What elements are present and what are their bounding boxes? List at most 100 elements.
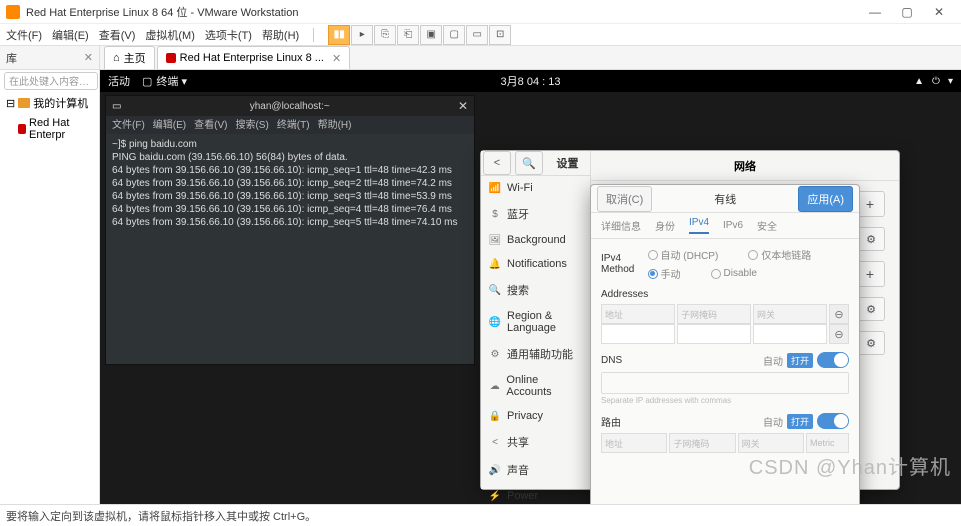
gnome-tray[interactable]: ▲ ⏻ ▾	[914, 76, 953, 87]
pause-button[interactable]: ▮▮	[328, 25, 350, 45]
sidebar-item-label: Power	[507, 490, 538, 502]
tb-2[interactable]: ⎘	[374, 25, 396, 45]
sidebar-item-wifi[interactable]: 📶Wi-Fi	[481, 176, 590, 200]
status-text: 要将输入定向到该虚拟机，请将鼠标指针移入其中或按 Ctrl+G。	[6, 508, 316, 524]
term-prompt: ~]$ ping baidu.com	[112, 138, 468, 151]
address-input[interactable]	[601, 324, 675, 344]
tab-security[interactable]: 安全	[757, 218, 777, 233]
maximize-button[interactable]: ▢	[891, 5, 923, 19]
sidebar-item-accessibility[interactable]: ⚙通用辅助功能	[481, 340, 590, 368]
library-close[interactable]: ✕	[84, 51, 93, 64]
tb-1[interactable]: ▸	[351, 25, 373, 45]
term-menu-search[interactable]: 搜索(S)	[235, 116, 268, 134]
menu-tabs[interactable]: 选项卡(T)	[205, 27, 252, 43]
toolbar-buttons: ▮▮ ▸ ⎘ ⎗ ▣ ▢ ▭ ⊡	[328, 25, 517, 45]
sidebar-item-region[interactable]: 🌐Region & Language	[481, 304, 590, 340]
redhat-icon	[166, 53, 176, 63]
sidebar-item-online-accounts[interactable]: ☁Online Accounts	[481, 368, 590, 404]
radio-disable[interactable]: Disable	[711, 266, 757, 281]
bluetooth-icon: $	[489, 208, 501, 220]
app-menu[interactable]: ▢ 终端 ▾	[142, 73, 187, 89]
dns-on-label: 打开	[787, 353, 813, 368]
apply-button[interactable]: 应用(A)	[798, 186, 853, 212]
rcol-gateway: 网关	[738, 433, 804, 453]
netmask-input[interactable]	[677, 324, 751, 344]
sidebar-item-background[interactable]: 🖼Background	[481, 228, 590, 252]
terminal-menu-icon[interactable]: ▭	[112, 101, 121, 112]
vm-display[interactable]: 活动 ▢ 终端 ▾ 3月8 04 : 13 ▲ ⏻ ▾ ▭ yhan@local…	[100, 70, 961, 504]
watermark: CSDN @Yhan计算机	[749, 451, 951, 480]
cancel-button[interactable]: 取消(C)	[597, 186, 652, 212]
sidebar-item-privacy[interactable]: 🔒Privacy	[481, 404, 590, 428]
tab-home[interactable]: ⌂ 主页	[104, 46, 155, 69]
minimize-button[interactable]: —	[859, 5, 891, 19]
activities-button[interactable]: 活动	[108, 73, 130, 89]
radio-label: 自动 (DHCP)	[661, 247, 719, 262]
radio-dhcp[interactable]: 自动 (DHCP)	[648, 247, 719, 262]
tree-rhel[interactable]: Red Hat Enterpr	[0, 114, 99, 144]
settings-main-title: 网络	[591, 151, 899, 181]
wired-gear-button[interactable]: ⚙	[857, 227, 885, 251]
route-auto-switch[interactable]	[817, 413, 849, 429]
term-menu-edit[interactable]: 编辑(E)	[153, 116, 186, 134]
tab-details[interactable]: 详细信息	[601, 218, 641, 233]
conn-gear-button-2[interactable]: ⚙	[857, 331, 885, 355]
status-bar: 要将输入定向到该虚拟机，请将鼠标指针移入其中或按 Ctrl+G。	[0, 504, 961, 526]
sidebar-item-notifications[interactable]: 🔔Notifications	[481, 252, 590, 276]
radio-manual[interactable]: 手动	[648, 266, 681, 281]
tb-4[interactable]: ▣	[420, 25, 442, 45]
method-label: IPv4 Method	[601, 253, 648, 275]
sidebar-item-search[interactable]: 🔍搜索	[481, 276, 590, 304]
menu-vm[interactable]: 虚拟机(M)	[145, 27, 195, 43]
terminal-titlebar[interactable]: ▭ yhan@localhost:~ ✕	[106, 96, 474, 116]
gnome-clock[interactable]: 3月8 04 : 13	[501, 73, 561, 89]
sidebar-item-label: Background	[507, 234, 566, 246]
vmware-icon	[6, 5, 20, 19]
folder-icon	[18, 98, 30, 108]
tab-close-icon[interactable]: ✕	[332, 52, 341, 65]
sidebar-item-label: Notifications	[507, 258, 567, 270]
terminal-close-icon[interactable]: ✕	[458, 99, 468, 113]
terminal-window[interactable]: ▭ yhan@localhost:~ ✕ 文件(F) 编辑(E) 查看(V) 搜…	[105, 95, 475, 365]
term-line: 64 bytes from 39.156.66.10 (39.156.66.10…	[112, 216, 468, 229]
tb-7[interactable]: ⊡	[489, 25, 511, 45]
tab-rhel[interactable]: Red Hat Enterprise Linux 8 ... ✕	[157, 46, 351, 69]
tb-6[interactable]: ▭	[466, 25, 488, 45]
term-menu-file[interactable]: 文件(F)	[112, 116, 145, 134]
rcol-metric: Metric	[806, 433, 849, 453]
sidebar-item-power[interactable]: ⚡Power	[481, 484, 590, 504]
term-menu-terminal[interactable]: 终端(T)	[277, 116, 310, 134]
tb-5[interactable]: ▢	[443, 25, 465, 45]
tray-dropdown-icon: ▾	[948, 76, 953, 87]
gateway-input[interactable]	[753, 324, 827, 344]
terminal-body[interactable]: ~]$ ping baidu.com PING baidu.com (39.15…	[106, 134, 474, 364]
dns-auto-switch[interactable]	[817, 352, 849, 368]
term-menu-help[interactable]: 帮助(H)	[318, 116, 352, 134]
menu-view[interactable]: 查看(V)	[99, 27, 136, 43]
tab-rhel-label: Red Hat Enterprise Linux 8 ...	[180, 52, 324, 64]
sidebar-item-sharing[interactable]: <共享	[481, 428, 590, 456]
tree-root[interactable]: ⊟ 我的计算机	[0, 92, 99, 114]
close-button[interactable]: ✕	[923, 5, 955, 19]
menu-file[interactable]: 文件(F)	[6, 27, 42, 43]
sidebar-item-bluetooth[interactable]: $蓝牙	[481, 200, 590, 228]
settings-back-button[interactable]: <	[483, 151, 511, 175]
dns-input[interactable]	[601, 372, 849, 394]
menu-help[interactable]: 帮助(H)	[262, 27, 299, 43]
radio-linklocal[interactable]: 仅本地链路	[748, 247, 811, 262]
remove-row-button[interactable]: ⊖	[829, 324, 849, 344]
remove-row-button[interactable]: ⊖	[829, 304, 849, 324]
term-menu-view[interactable]: 查看(V)	[194, 116, 227, 134]
sidebar-item-sound[interactable]: 🔊声音	[481, 456, 590, 484]
tab-ipv4[interactable]: IPv4	[689, 217, 709, 234]
settings-search-button[interactable]: 🔍	[515, 151, 543, 175]
tab-ipv6[interactable]: IPv6	[723, 220, 743, 231]
conn-gear-button[interactable]: ⚙	[857, 297, 885, 321]
library-search[interactable]: 在此处键入内容…	[4, 72, 98, 90]
menu-edit[interactable]: 编辑(E)	[52, 27, 89, 43]
tab-identity[interactable]: 身份	[655, 218, 675, 233]
redhat-icon	[18, 124, 26, 134]
main-area: 在此处键入内容… ⊟ 我的计算机 Red Hat Enterpr 活动 ▢ 终端…	[0, 70, 961, 504]
route-on-label: 打开	[787, 414, 813, 429]
tb-3[interactable]: ⎗	[397, 25, 419, 45]
